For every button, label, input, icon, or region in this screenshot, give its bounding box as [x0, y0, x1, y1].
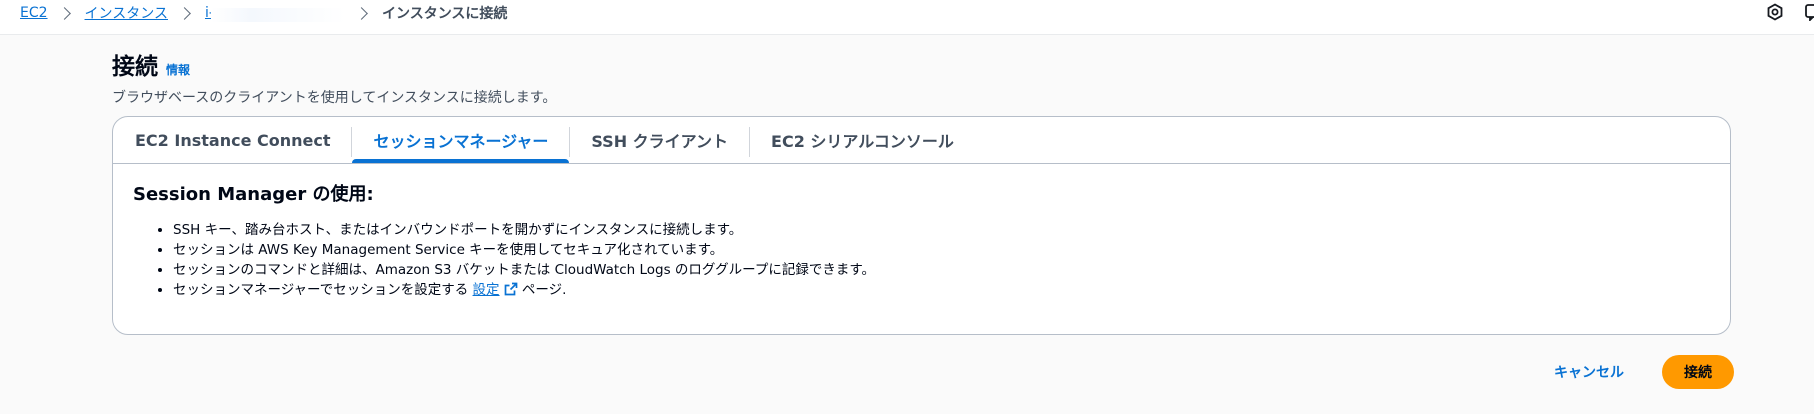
chevron-right-icon: [355, 6, 368, 20]
feature-list: SSH キー、踏み台ホスト、またはインバウンドポートを開かずにインスタンスに接続…: [133, 220, 1710, 302]
external-link-icon: [504, 282, 518, 302]
connect-method-container: EC2 Instance Connect セッションマネージャー SSH クライ…: [112, 116, 1731, 335]
breadcrumb-instance-id-link[interactable]: i-: [205, 5, 345, 22]
page-title: 接続: [112, 54, 158, 80]
tab-ssh-client[interactable]: SSH クライアント: [570, 117, 749, 163]
settings-link[interactable]: 設定: [473, 282, 518, 298]
tab-list: EC2 Instance Connect セッションマネージャー SSH クライ…: [113, 117, 1730, 164]
breadcrumb-current: インスタンスに接続: [381, 6, 508, 22]
notifications-icon[interactable]: [1804, 3, 1814, 21]
page-description: ブラウザベースのクライアントを使用してインスタンスに接続します。: [112, 90, 557, 106]
list-item-prefix: セッションマネージャーでセッションを設定する: [173, 282, 473, 298]
tab-ec2-serial-console[interactable]: EC2 シリアルコンソール: [750, 117, 975, 163]
page-header: 接続 情報 ブラウザベースのクライアントを使用してインスタンスに接続します。: [112, 47, 556, 107]
top-bar: EC2 インスタンス i- インスタンスに接続: [0, 0, 1814, 35]
tab-ec2-instance-connect[interactable]: EC2 Instance Connect: [135, 117, 351, 163]
list-item: SSH キー、踏み台ホスト、またはインバウンドポートを開かずにインスタンスに接続…: [173, 220, 1710, 240]
list-item: セッションマネージャーでセッションを設定する 設定 ページ.: [173, 280, 1710, 302]
session-manager-panel: Session Manager の使用: SSH キー、踏み台ホスト、またはイン…: [113, 164, 1730, 318]
settings-icon[interactable]: [1766, 3, 1784, 21]
redacted-region: [210, 8, 345, 22]
top-icons: [1766, 3, 1814, 21]
chevron-right-icon: [57, 6, 71, 20]
page: EC2 インスタンス i- インスタンスに接続 接続 情報 ブラウザベースのクラ…: [0, 0, 1814, 414]
tab-session-manager[interactable]: セッションマネージャー: [352, 117, 570, 163]
form-actions: キャンセル 接続: [1544, 355, 1734, 389]
settings-link-label: 設定: [472, 282, 500, 298]
chevron-right-icon: [178, 6, 191, 20]
breadcrumb-ec2-link[interactable]: EC2: [20, 5, 48, 21]
main-content: 接続 情報 ブラウザベースのクライアントを使用してインスタンスに接続します。 E…: [0, 35, 1814, 414]
breadcrumb-instances-link[interactable]: インスタンス: [85, 3, 168, 23]
connect-button[interactable]: 接続: [1662, 355, 1734, 389]
cancel-button[interactable]: キャンセル: [1544, 356, 1634, 388]
info-link[interactable]: 情報: [166, 61, 190, 78]
list-item: セッションは AWS Key Management Service キーを使用し…: [173, 240, 1710, 260]
list-item: セッションのコマンドと詳細は、Amazon S3 バケットまたは CloudWa…: [173, 260, 1710, 280]
breadcrumb: EC2 インスタンス i- インスタンスに接続: [20, 3, 507, 23]
list-item-suffix: ページ.: [517, 282, 567, 298]
panel-heading: Session Manager の使用:: [133, 184, 374, 205]
title-row: 接続 情報: [112, 47, 556, 81]
